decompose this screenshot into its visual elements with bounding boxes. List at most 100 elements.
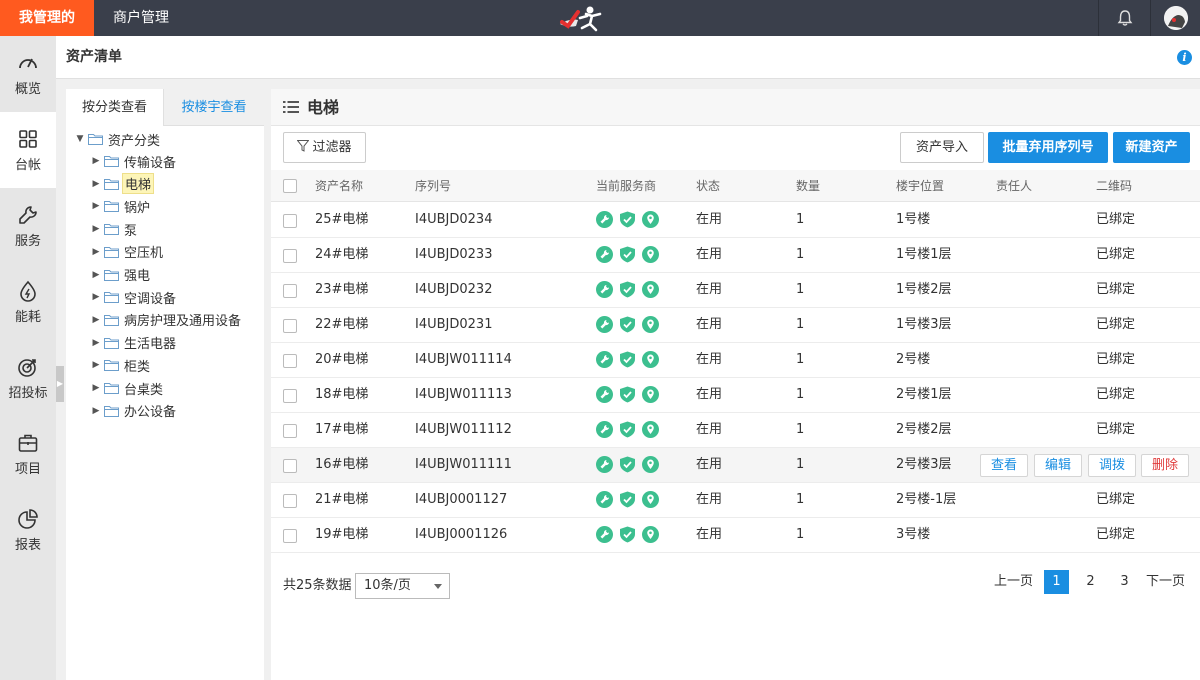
page-button-2[interactable]: 2 bbox=[1078, 570, 1103, 594]
asset-name[interactable]: 22#电梯 bbox=[315, 308, 368, 342]
table-row[interactable]: 20#电梯 I4UBJW011114 在用 1 2号楼 已绑定 bbox=[271, 343, 1200, 378]
notification-bell-icon[interactable] bbox=[1098, 0, 1150, 36]
sidebar-collapse-toggle[interactable]: ▶ bbox=[56, 366, 64, 402]
caret-right-icon[interactable]: ▶ bbox=[90, 406, 102, 416]
tree-node[interactable]: ▶ 生活电器 bbox=[90, 333, 178, 353]
qrcode-status: 已绑定 bbox=[1096, 317, 1136, 332]
row-checkbox[interactable] bbox=[283, 424, 297, 438]
tree-node[interactable]: ▶ 锅炉 bbox=[90, 196, 152, 216]
asset-name[interactable]: 20#电梯 bbox=[315, 343, 368, 377]
caret-right-icon[interactable]: ▶ bbox=[90, 292, 102, 302]
top-tab-merchant[interactable]: 商户管理 bbox=[94, 0, 188, 36]
sidebar-item-overview[interactable]: 概览 bbox=[0, 36, 56, 112]
caret-right-icon[interactable]: ▶ bbox=[90, 338, 102, 348]
prev-page-button[interactable]: 上一页 bbox=[994, 570, 1033, 594]
table-row[interactable]: 24#电梯 I4UBJD0233 在用 1 1号楼1层 已绑定 bbox=[271, 238, 1200, 273]
asset-name[interactable]: 16#电梯 bbox=[315, 448, 368, 482]
asset-name[interactable]: 24#电梯 bbox=[315, 238, 368, 272]
tree-root[interactable]: ▼ 资产分类 bbox=[74, 129, 162, 149]
user-avatar[interactable] bbox=[1150, 0, 1200, 36]
batch-discard-serial-button[interactable]: 批量弃用序列号 bbox=[988, 132, 1108, 163]
tree-node[interactable]: ▶ 强电 bbox=[90, 265, 152, 285]
asset-name[interactable]: 23#电梯 bbox=[315, 273, 368, 307]
col-qrcode[interactable]: 二维码 bbox=[1096, 170, 1132, 202]
asset-name[interactable]: 21#电梯 bbox=[315, 483, 368, 517]
tree-node[interactable]: ▶ 空压机 bbox=[90, 242, 165, 262]
new-asset-button[interactable]: 新建资产 bbox=[1113, 132, 1190, 163]
caret-right-icon[interactable]: ▶ bbox=[90, 270, 102, 280]
col-service-provider[interactable]: 当前服务商 bbox=[596, 170, 656, 202]
building-location: 2号楼-1层 bbox=[896, 492, 957, 507]
row-checkbox[interactable] bbox=[283, 494, 297, 508]
table-row[interactable]: 23#电梯 I4UBJD0232 在用 1 1号楼2层 已绑定 bbox=[271, 273, 1200, 308]
tab-by-category[interactable]: 按分类查看 bbox=[66, 89, 164, 126]
table-row[interactable]: 22#电梯 I4UBJD0231 在用 1 1号楼3层 已绑定 bbox=[271, 308, 1200, 343]
caret-right-icon[interactable]: ▶ bbox=[90, 179, 102, 189]
view-button[interactable]: 查看 bbox=[980, 454, 1028, 477]
pie-chart-icon bbox=[18, 508, 38, 529]
caret-right-icon[interactable]: ▶ bbox=[90, 156, 102, 166]
asset-import-button[interactable]: 资产导入 bbox=[900, 132, 984, 163]
asset-name[interactable]: 25#电梯 bbox=[315, 203, 368, 237]
sidebar-item-bidding[interactable]: 招投标 bbox=[0, 340, 56, 416]
table-row[interactable]: 17#电梯 I4UBJW011112 在用 1 2号楼2层 已绑定 bbox=[271, 413, 1200, 448]
tree-node[interactable]: ▶ 台桌类 bbox=[90, 378, 165, 398]
page-button-3[interactable]: 3 bbox=[1112, 570, 1137, 594]
tree-node[interactable]: ▶ 病房护理及通用设备 bbox=[90, 310, 243, 330]
info-icon[interactable]: i bbox=[1177, 50, 1192, 65]
select-all-checkbox[interactable] bbox=[283, 179, 297, 193]
shield-check-icon bbox=[619, 386, 636, 403]
asset-name[interactable]: 17#电梯 bbox=[315, 413, 368, 447]
tree-node[interactable]: ▶ 空调设备 bbox=[90, 287, 178, 307]
sidebar-item-ledger[interactable]: 台帐 bbox=[0, 112, 56, 188]
col-asset-name[interactable]: 资产名称 bbox=[315, 170, 363, 202]
row-checkbox[interactable] bbox=[283, 459, 297, 473]
delete-button[interactable]: 删除 bbox=[1141, 454, 1189, 477]
caret-right-icon[interactable]: ▶ bbox=[90, 224, 102, 234]
caret-right-icon[interactable]: ▶ bbox=[90, 247, 102, 257]
caret-down-icon[interactable]: ▼ bbox=[74, 134, 86, 144]
tree-node[interactable]: ▶ 电梯 bbox=[90, 173, 155, 195]
tree-node[interactable]: ▶ 传输设备 bbox=[90, 151, 178, 171]
row-checkbox[interactable] bbox=[283, 389, 297, 403]
col-status[interactable]: 状态 bbox=[696, 170, 720, 202]
row-checkbox[interactable] bbox=[283, 214, 297, 228]
caret-right-icon[interactable]: ▶ bbox=[90, 383, 102, 393]
row-checkbox[interactable] bbox=[283, 354, 297, 368]
page-size-select[interactable]: 10条/页 bbox=[355, 573, 450, 599]
page-button-1[interactable]: 1 bbox=[1044, 570, 1069, 594]
transfer-button[interactable]: 调拨 bbox=[1088, 454, 1136, 477]
col-serial[interactable]: 序列号 bbox=[415, 170, 451, 202]
row-checkbox[interactable] bbox=[283, 529, 297, 543]
edit-button[interactable]: 编辑 bbox=[1034, 454, 1082, 477]
sidebar-item-energy[interactable]: 能耗 bbox=[0, 264, 56, 340]
row-checkbox[interactable] bbox=[283, 319, 297, 333]
table-row[interactable]: 16#电梯 I4UBJW011111 在用 1 2号楼3层 查看 编辑 调拨 删除 bbox=[271, 448, 1200, 483]
row-checkbox[interactable] bbox=[283, 284, 297, 298]
tab-by-building[interactable]: 按楼宇查看 bbox=[164, 89, 264, 125]
tree-node[interactable]: ▶ 办公设备 bbox=[90, 401, 178, 421]
runner-logo-icon bbox=[560, 6, 602, 32]
table-row[interactable]: 19#电梯 I4UBJ0001126 在用 1 3号楼 已绑定 bbox=[271, 518, 1200, 553]
next-page-button[interactable]: 下一页 bbox=[1146, 570, 1185, 594]
filter-button[interactable]: 过滤器 bbox=[283, 132, 366, 163]
sidebar-item-service[interactable]: 服务 bbox=[0, 188, 56, 264]
table-row[interactable]: 18#电梯 I4UBJW011113 在用 1 2号楼1层 已绑定 bbox=[271, 378, 1200, 413]
table-row[interactable]: 25#电梯 I4UBJD0234 在用 1 1号楼 已绑定 bbox=[271, 203, 1200, 238]
col-owner[interactable]: 责任人 bbox=[996, 170, 1032, 202]
asset-name[interactable]: 18#电梯 bbox=[315, 378, 368, 412]
table-header: 资产名称 序列号 当前服务商 状态 数量 楼宇位置 责任人 二维码 bbox=[271, 170, 1200, 202]
sidebar-item-report[interactable]: 报表 bbox=[0, 492, 56, 568]
caret-right-icon[interactable]: ▶ bbox=[90, 360, 102, 370]
tree-node[interactable]: ▶ 柜类 bbox=[90, 355, 152, 375]
table-row[interactable]: 21#电梯 I4UBJ0001127 在用 1 2号楼-1层 已绑定 bbox=[271, 483, 1200, 518]
caret-right-icon[interactable]: ▶ bbox=[90, 315, 102, 325]
col-quantity[interactable]: 数量 bbox=[796, 170, 820, 202]
col-location[interactable]: 楼宇位置 bbox=[896, 170, 944, 202]
asset-name[interactable]: 19#电梯 bbox=[315, 518, 368, 552]
tree-node[interactable]: ▶ 泵 bbox=[90, 219, 139, 239]
sidebar-item-project[interactable]: 项目 bbox=[0, 416, 56, 492]
top-tab-my-managed[interactable]: 我管理的 bbox=[0, 0, 94, 36]
row-checkbox[interactable] bbox=[283, 249, 297, 263]
caret-right-icon[interactable]: ▶ bbox=[90, 201, 102, 211]
